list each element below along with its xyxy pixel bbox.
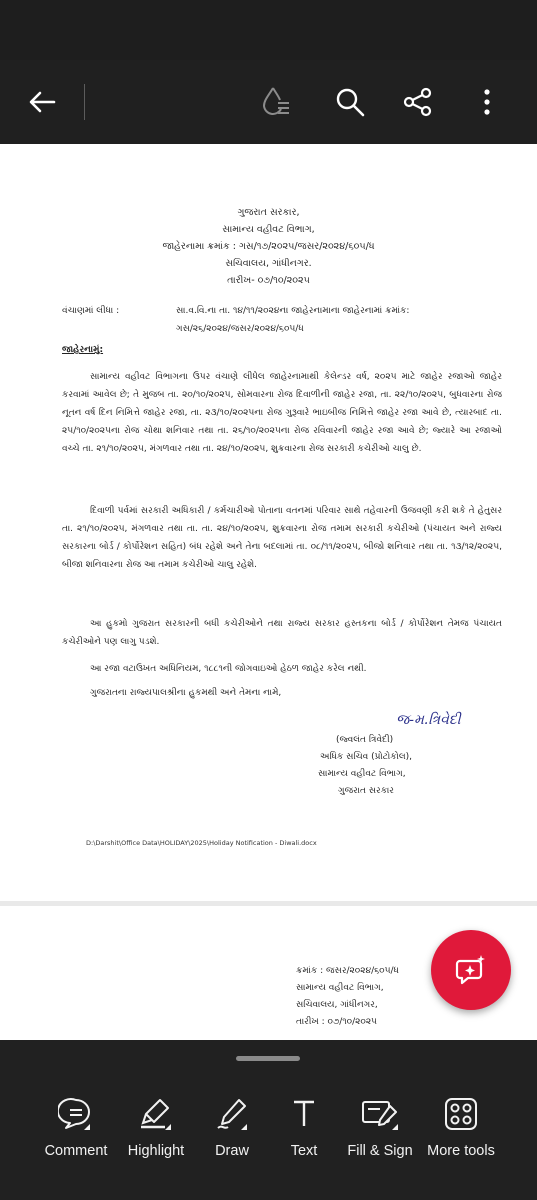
page2-line-4: તારીખ : ૦૭/૧૦/૨૦૨૫: [296, 1017, 378, 1027]
signatory-designation: અધિક સચિવ (પ્રોટોકોલ),: [320, 752, 413, 762]
liquid-mode-icon: [262, 87, 289, 115]
highlight-icon: [141, 1099, 171, 1130]
document-viewer[interactable]: ગુજરાત સરકાર, સામાન્ય વહીવટ વિભાગ, જાહેર…: [0, 144, 537, 1040]
notice-heading: જાહેરનામું:: [62, 345, 104, 355]
arrow-left-icon: [29, 91, 56, 113]
comment-icon: [58, 1098, 90, 1130]
header-line-1: ગુજરાત સરકાર,: [237, 207, 300, 218]
ai-assistant-button[interactable]: [431, 930, 511, 1010]
tool-more-tools-label: More tools: [427, 1143, 495, 1159]
toolbar-divider: [84, 84, 85, 120]
draw-icon: [217, 1099, 247, 1130]
paragraph-4: આ રજા વટાઉખત અધિનિયમ, ૧૮૮૧ની જોગવાઇઓ હેઠ…: [90, 664, 367, 674]
signatory-government: ગુજરાત સરકાર: [338, 786, 394, 796]
share-icon: [403, 87, 432, 117]
system-navigation-bar: [0, 1185, 537, 1200]
header-line-5: તારીખ- ૦૭/૧૦/૨૦૨૫: [227, 275, 310, 286]
handwritten-signature: જ-મ.ત્રિવેદી: [396, 712, 461, 728]
share-button[interactable]: [390, 74, 446, 130]
page2-line-1: ક્રમાંક : જસર/૨૦૨૪/૬૦૫/ધ: [296, 966, 399, 976]
paragraph-1: સામાન્ય વહીવટ વિભાગના ઉપર વંચાણે લીધેલ જ…: [62, 372, 502, 454]
reference-label: વંચાણમાં લીધા :: [62, 306, 120, 316]
fill-sign-icon: [362, 1101, 398, 1130]
bottom-tools-bar: Comment Highlight Draw Text Fill & Sign …: [0, 1040, 537, 1200]
signatory-department: સામાન્ય વહીવટ વિભાગ,: [318, 769, 406, 779]
ai-assistant-icon: [455, 955, 485, 985]
search-icon: [336, 88, 365, 117]
top-toolbar: [0, 60, 537, 144]
back-button[interactable]: [14, 74, 70, 130]
tool-fill-sign[interactable]: Fill & Sign: [335, 1090, 425, 1170]
tool-more-tools[interactable]: More tools: [416, 1090, 506, 1170]
pdf-page-1: ગુજરાત સરકાર, સામાન્ય વહીવટ વિભાગ, જાહેર…: [0, 144, 537, 901]
text-icon: [294, 1100, 314, 1126]
tool-comment[interactable]: Comment: [31, 1090, 121, 1170]
more-tools-icon: [445, 1098, 477, 1130]
status-bar: [0, 0, 537, 60]
reference-line-2: ગસ/૨૬/૨૦૨૪/જસર/૨૦૨૪/૬૦૫/ધ: [176, 324, 304, 334]
page2-line-2: સામાન્ય વહીવટ વિભાગ,: [296, 983, 384, 993]
paragraph-5: ગુજરાતના રાજ્યપાલશ્રીના હુકમથી અને તેમના…: [90, 688, 282, 698]
paragraph-3: આ હુકમો ગુજરાત સરકારની બધી કચેરીઓને તથા …: [62, 619, 502, 647]
header-line-3: જાહેરનામા ક્રમાંક : ગસ/૧૭/૨૦૨૫/જસર/૨૦૨૪/…: [162, 241, 375, 252]
header-line-2: સામાન્ય વહીવટ વિભાગ,: [222, 224, 315, 235]
liquid-mode-button[interactable]: [248, 74, 304, 130]
reference-line-1: સા.વ.વિ.ના તા. ૧૪/૧૧/૨૦૨૪ના જાહેરનામાના …: [176, 306, 410, 316]
paragraph-2: દિવાળી પર્વમાં સરકારી અધિકારી / કર્મચારી…: [62, 506, 502, 570]
search-button[interactable]: [322, 74, 378, 130]
header-line-4: સચિવાલય, ગાંધીનગર.: [225, 258, 312, 269]
drag-handle[interactable]: [236, 1056, 300, 1061]
page2-line-3: સચિવાલય, ગાંધીનગર,: [296, 1000, 378, 1010]
tool-fill-sign-label: Fill & Sign: [347, 1143, 413, 1159]
tool-comment-label: Comment: [44, 1143, 108, 1159]
more-options-button[interactable]: [459, 74, 515, 130]
file-path-footer: D:\Darshit\Office Data\HOLIDAY\2025\Holi…: [86, 839, 317, 847]
signatory-name: (જ્વલંત ત્રિવેદી): [336, 735, 394, 745]
more-vertical-icon: [484, 89, 490, 115]
